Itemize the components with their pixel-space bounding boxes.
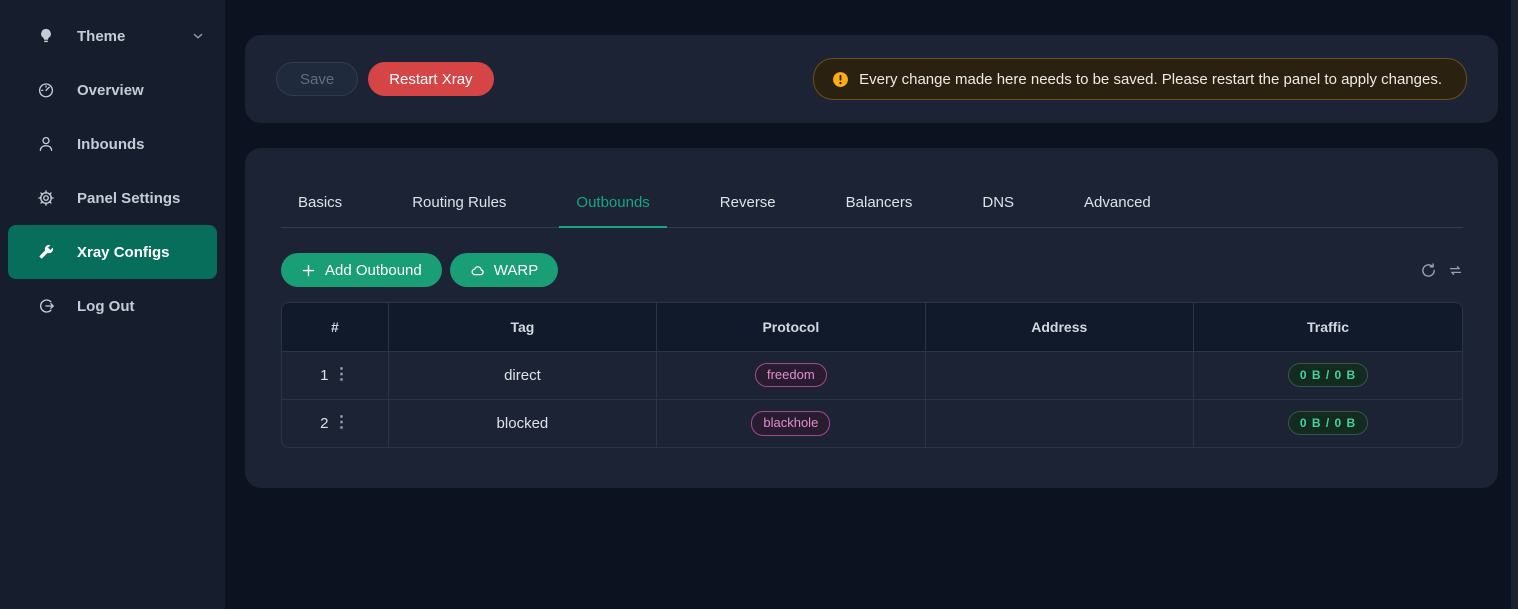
row-menu-icon[interactable]: ⋮ [334,367,350,383]
row-menu-icon[interactable]: ⋮ [334,415,350,431]
user-icon [37,135,55,153]
bulb-icon [37,27,55,45]
row-number: 2 [320,415,328,432]
header-tag: Tag [388,303,656,351]
sidebar: Theme Overview Inbounds Panel Settings X… [0,0,225,609]
sidebar-item-label: Inbounds [77,136,145,153]
sidebar-item-theme[interactable]: Theme [0,9,225,63]
table-row: 2 ⋮ blocked blackhole 0 B / 0 B [282,399,1462,447]
add-outbound-button[interactable]: Add Outbound [281,253,442,287]
tab-basics[interactable]: Basics [281,178,359,228]
logout-icon [37,297,55,315]
add-outbound-label: Add Outbound [325,262,422,279]
dashboard-icon [37,81,55,99]
outbounds-table: # Tag Protocol Address Traffic 1 ⋮ [281,302,1463,448]
tab-dns[interactable]: DNS [965,178,1031,228]
save-button[interactable]: Save [276,62,358,96]
chevron-down-icon [191,29,205,43]
plus-icon [301,263,316,278]
tag-cell: direct [388,351,656,399]
protocol-badge: freedom [755,363,827,388]
warp-button[interactable]: WARP [450,253,558,287]
row-number: 1 [320,367,328,384]
cloud-icon [470,263,485,278]
traffic-cell: 0 B / 0 B [1194,351,1463,399]
tab-advanced[interactable]: Advanced [1067,178,1168,228]
header-num: # [282,303,388,351]
warning-icon [832,71,849,88]
alert-text: Every change made here needs to be saved… [859,71,1442,88]
sidebar-item-label: Panel Settings [77,190,180,207]
address-cell [925,351,1193,399]
wrench-icon [37,243,55,261]
warp-label: WARP [494,262,538,279]
sidebar-item-label: Log Out [77,298,134,315]
traffic-badge: 0 B / 0 B [1288,363,1368,387]
protocol-badge: blackhole [751,411,830,436]
address-cell [925,399,1193,447]
sidebar-item-inbounds[interactable]: Inbounds [0,117,225,171]
protocol-cell: blackhole [657,399,925,447]
scrollbar[interactable] [1511,0,1518,609]
main-content: Save Restart Xray Every change made here… [225,0,1518,609]
sidebar-item-xray-configs[interactable]: Xray Configs [8,225,217,279]
action-bar: Save Restart Xray Every change made here… [245,35,1498,123]
table-tools [1420,262,1463,279]
sidebar-item-panel-settings[interactable]: Panel Settings [0,171,225,225]
config-tabs: Basics Routing Rules Outbounds Reverse B… [281,178,1463,228]
sidebar-item-log-out[interactable]: Log Out [0,279,225,333]
tag-cell: blocked [388,399,656,447]
header-traffic: Traffic [1194,303,1463,351]
num-cell: 1 ⋮ [282,351,388,399]
header-protocol: Protocol [657,303,925,351]
sidebar-item-label: Overview [77,82,144,99]
gear-icon [37,189,55,207]
table-header-row: # Tag Protocol Address Traffic [282,303,1462,351]
traffic-badge: 0 B / 0 B [1288,411,1368,435]
table-row: 1 ⋮ direct freedom 0 B / 0 B [282,351,1462,399]
traffic-cell: 0 B / 0 B [1194,399,1463,447]
header-address: Address [925,303,1193,351]
tab-reverse[interactable]: Reverse [703,178,793,228]
unsaved-changes-alert: Every change made here needs to be saved… [813,58,1467,100]
refresh-icon[interactable] [1420,262,1437,279]
sidebar-item-label: Theme [77,28,125,45]
restart-xray-button[interactable]: Restart Xray [368,62,493,96]
sidebar-item-overview[interactable]: Overview [0,63,225,117]
outbounds-toolbar: Add Outbound WARP [281,253,1463,287]
tab-routing-rules[interactable]: Routing Rules [395,178,523,228]
repeat-icon[interactable] [1448,263,1463,278]
xray-config-card: Basics Routing Rules Outbounds Reverse B… [245,148,1498,488]
num-cell: 2 ⋮ [282,399,388,447]
protocol-cell: freedom [657,351,925,399]
sidebar-item-label: Xray Configs [77,244,170,261]
tab-balancers[interactable]: Balancers [829,178,930,228]
tab-outbounds[interactable]: Outbounds [559,178,666,228]
